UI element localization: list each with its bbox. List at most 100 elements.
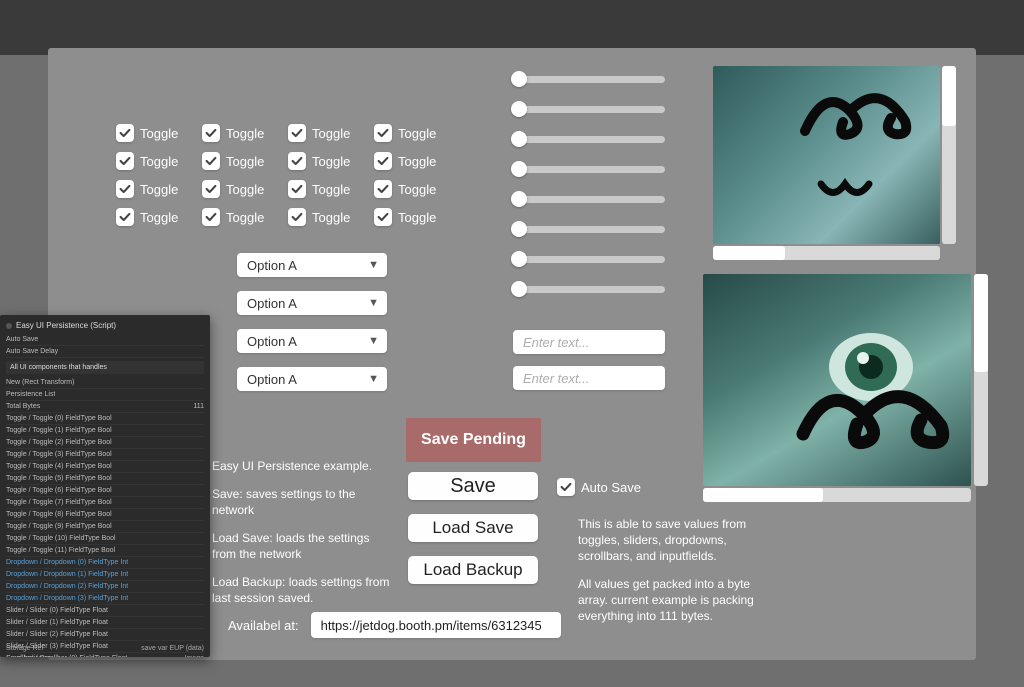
textfield-1[interactable]: Enter text... xyxy=(513,330,665,354)
checkbox-icon xyxy=(202,124,220,142)
slider-7[interactable] xyxy=(513,280,665,298)
slider-5[interactable] xyxy=(513,220,665,238)
dropdown-value: Option A xyxy=(247,258,297,273)
toggle-7[interactable]: Toggle xyxy=(374,148,460,174)
dropdown-1[interactable]: Option A ▼ xyxy=(237,291,387,315)
toggle-label: Toggle xyxy=(140,182,178,197)
toggle-4[interactable]: Toggle xyxy=(116,148,202,174)
toggle-2[interactable]: Toggle xyxy=(288,120,374,146)
dropdown-2[interactable]: Option A▼ xyxy=(237,329,387,353)
slider-3[interactable] xyxy=(513,160,665,178)
load-backup-button[interactable]: Load Backup xyxy=(408,556,538,584)
inspector-row: Toggle / Toggle (2) FieldType Bool xyxy=(6,437,204,449)
toggle-label: Toggle xyxy=(226,182,264,197)
slider-1[interactable] xyxy=(513,100,665,118)
inspector-row: Toggle / Toggle (6) FieldType Bool xyxy=(6,485,204,497)
inspector-row: Toggle / Toggle (10) FieldType Bool xyxy=(6,533,204,545)
slider-knob[interactable] xyxy=(511,71,527,87)
slider-knob[interactable] xyxy=(511,251,527,267)
slider-knob[interactable] xyxy=(511,131,527,147)
inspector-row: Toggle / Toggle (4) FieldType Bool xyxy=(6,461,204,473)
dropdown-3[interactable]: Option A▼ xyxy=(237,367,387,391)
checkbox-icon xyxy=(288,152,306,170)
toggle-label: Toggle xyxy=(398,154,436,169)
textfields-column: Enter text... Enter text... xyxy=(513,330,665,390)
load-save-button[interactable]: Load Save xyxy=(408,514,538,542)
scrollbar-vertical-top[interactable] xyxy=(942,66,956,244)
url-input[interactable]: https://jetdog.booth.pm/items/6312345 xyxy=(311,612,561,638)
inspector-row: Toggle / Toggle (3) FieldType Bool xyxy=(6,449,204,461)
checkbox-icon xyxy=(374,180,392,198)
toggle-3[interactable]: Toggle xyxy=(374,120,460,146)
slider-knob[interactable] xyxy=(511,191,527,207)
toggle-1[interactable]: Toggle xyxy=(202,120,288,146)
toggle-label: Toggle xyxy=(312,210,350,225)
save-pending-badge: Save Pending xyxy=(406,418,541,462)
slider-0[interactable] xyxy=(513,70,665,88)
checkbox-icon xyxy=(116,208,134,226)
available-row: Availabel at: https://jetdog.booth.pm/it… xyxy=(228,612,561,638)
toggle-11[interactable]: Toggle xyxy=(374,176,460,202)
dropdown-value: Option A xyxy=(247,296,297,311)
slider-4[interactable] xyxy=(513,190,665,208)
toggle-6[interactable]: Toggle xyxy=(288,148,374,174)
checkbox-icon xyxy=(288,180,306,198)
inspector-row: Dropdown / Dropdown (2) FieldType Int xyxy=(6,581,204,593)
toggle-8[interactable]: Toggle xyxy=(116,176,202,202)
slider-track xyxy=(513,196,665,203)
inspector-window: Easy UI Persistence (Script) Auto Save A… xyxy=(0,315,210,657)
dropdown-0[interactable]: Option A▼ xyxy=(237,253,387,277)
slider-track xyxy=(513,256,665,263)
slider-6[interactable] xyxy=(513,250,665,268)
toggle-14[interactable]: Toggle xyxy=(288,204,374,230)
toggle-10[interactable]: Toggle xyxy=(288,176,374,202)
toggle-0[interactable]: Toggle xyxy=(116,120,202,146)
toggle-label: Toggle xyxy=(226,126,264,141)
slider-2[interactable] xyxy=(513,130,665,148)
preview-image-top xyxy=(713,66,940,244)
slider-track xyxy=(513,286,665,293)
slider-track xyxy=(513,226,665,233)
dropdowns-column: Option A▼Option A▼Option A▼Option A▼ xyxy=(237,253,387,391)
save-button[interactable]: Save xyxy=(408,472,538,500)
available-label: Availabel at: xyxy=(228,618,299,633)
scrollbar-horizontal-bottom[interactable] xyxy=(703,488,971,502)
slider-track xyxy=(513,76,665,83)
inspector-row: Dropdown / Dropdown (0) FieldType Int xyxy=(6,557,204,569)
checkbox-icon xyxy=(557,478,575,496)
toggle-label: Toggle xyxy=(398,126,436,141)
toggle-label: Toggle xyxy=(398,182,436,197)
toggle-label: Toggle xyxy=(140,210,178,225)
preview-image-bottom xyxy=(703,274,971,486)
slider-knob[interactable] xyxy=(511,281,527,297)
slider-knob[interactable] xyxy=(511,101,527,117)
toggle-13[interactable]: Toggle xyxy=(202,204,288,230)
slider-knob[interactable] xyxy=(511,161,527,177)
toggle-5[interactable]: Toggle xyxy=(202,148,288,174)
checkbox-icon xyxy=(202,152,220,170)
textfield-2[interactable]: Enter text... xyxy=(513,366,665,390)
toggle-label: Toggle xyxy=(140,126,178,141)
toggle-label: Toggle xyxy=(312,154,350,169)
checkbox-icon xyxy=(116,152,134,170)
toggle-label: Toggle xyxy=(226,210,264,225)
autosave-label: Auto Save xyxy=(581,480,641,495)
checkbox-icon xyxy=(288,208,306,226)
chevron-down-icon: ▼ xyxy=(368,373,379,385)
checkbox-icon xyxy=(202,208,220,226)
inspector-row: Toggle / Toggle (1) FieldType Bool xyxy=(6,425,204,437)
chevron-down-icon: ▼ xyxy=(368,297,379,309)
autosave-toggle[interactable]: Auto Save xyxy=(557,478,641,496)
slider-track xyxy=(513,136,665,143)
toggle-15[interactable]: Toggle xyxy=(374,204,460,230)
toggle-12[interactable]: Toggle xyxy=(116,204,202,230)
slider-track xyxy=(513,106,665,113)
toggle-label: Toggle xyxy=(140,154,178,169)
slider-knob[interactable] xyxy=(511,221,527,237)
toggle-9[interactable]: Toggle xyxy=(202,176,288,202)
inspector-title: Easy UI Persistence (Script) xyxy=(6,321,204,330)
scrollbar-vertical-bottom[interactable] xyxy=(974,274,988,486)
info-text-right: This is able to save values from toggles… xyxy=(578,516,778,624)
scrollbar-horizontal-top[interactable] xyxy=(713,246,940,260)
inspector-row: Toggle / Toggle (5) FieldType Bool xyxy=(6,473,204,485)
